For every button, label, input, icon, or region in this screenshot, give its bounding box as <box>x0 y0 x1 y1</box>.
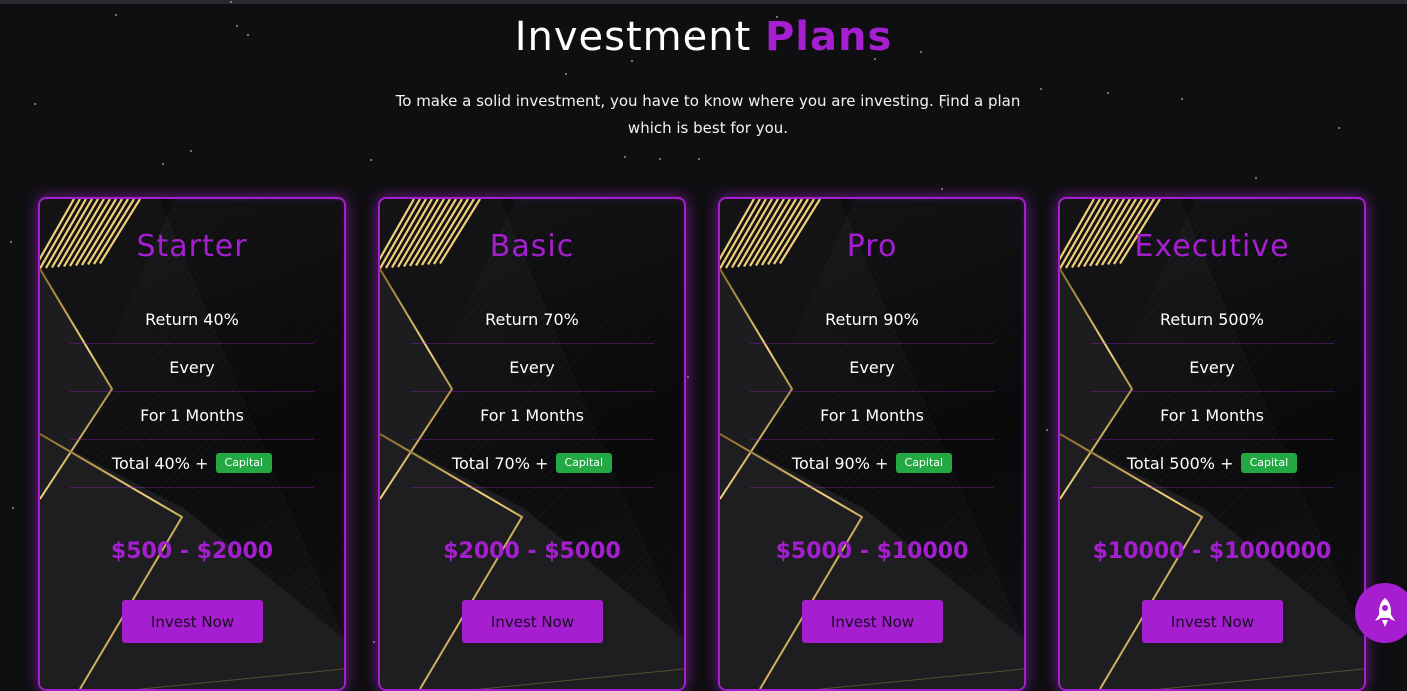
plan-duration: For 1 Months <box>410 392 654 440</box>
star-dot <box>565 73 567 75</box>
plan-name: Basic <box>489 229 575 264</box>
plan-card-pro: Pro Return 90% Every For 1 Months Total … <box>718 197 1026 691</box>
plan-range: $2000 - $5000 <box>443 539 621 564</box>
plan-features: Return 90% Every For 1 Months Total 90% … <box>750 296 994 488</box>
plan-frequency: Every <box>410 344 654 392</box>
plan-range: $500 - $2000 <box>110 539 274 564</box>
plan-return: Return 70% <box>410 296 654 344</box>
invest-now-button[interactable]: Invest Now <box>802 600 943 643</box>
plan-card-basic: Basic Return 70% Every For 1 Months Tota… <box>378 197 686 691</box>
invest-now-button[interactable]: Invest Now <box>122 600 263 643</box>
star-dot <box>370 159 372 161</box>
star-dot <box>1338 127 1340 129</box>
plan-features: Return 70% Every For 1 Months Total 70% … <box>410 296 654 488</box>
capital-badge: Capital <box>555 452 613 473</box>
plan-range: $5000 - $10000 <box>775 539 969 564</box>
title-accent: Plans <box>764 14 893 60</box>
plan-card-starter: Starter Return 40% Every For 1 Months To… <box>38 197 346 691</box>
plan-name: Starter <box>136 229 248 264</box>
plan-return: Return 500% <box>1090 296 1334 344</box>
invest-now-button[interactable]: Invest Now <box>1142 600 1283 643</box>
plan-frequency: Every <box>750 344 994 392</box>
plan-total-text: Total 500% + <box>1126 454 1234 473</box>
star-dot <box>1040 88 1042 90</box>
page-title: Investment Plans <box>0 14 1407 60</box>
star-dot <box>698 158 700 160</box>
scroll-top-button[interactable] <box>1355 583 1407 643</box>
plan-range: $10000 - $1000000 <box>1092 539 1332 564</box>
star-dot <box>1107 92 1109 94</box>
capital-badge: Capital <box>215 452 273 473</box>
star-dot <box>941 188 943 190</box>
plan-total: Total 40% + Capital <box>70 440 314 488</box>
star-dot <box>12 507 14 509</box>
star-dot <box>1046 429 1048 431</box>
plan-total: Total 500% + Capital <box>1090 440 1334 488</box>
plan-total-text: Total 70% + <box>451 454 549 473</box>
plan-duration: For 1 Months <box>1090 392 1334 440</box>
plan-frequency: Every <box>70 344 314 392</box>
section-subtitle: To make a solid investment, you have to … <box>395 92 1021 137</box>
plan-return: Return 40% <box>70 296 314 344</box>
plan-duration: For 1 Months <box>70 392 314 440</box>
star-dot <box>659 158 661 160</box>
plan-features: Return 40% Every For 1 Months Total 40% … <box>70 296 314 488</box>
top-border <box>0 0 1407 4</box>
star-dot <box>190 150 192 152</box>
rocket-icon <box>1375 598 1395 627</box>
plan-frequency: Every <box>1090 344 1334 392</box>
plan-return: Return 90% <box>750 296 994 344</box>
plan-total: Total 90% + Capital <box>750 440 994 488</box>
title-main: Investment <box>514 14 752 60</box>
star-dot <box>162 163 164 165</box>
plan-total-text: Total 40% + <box>111 454 209 473</box>
capital-badge: Capital <box>1240 452 1298 473</box>
star-dot <box>1255 177 1257 179</box>
star-dot <box>624 156 626 158</box>
plan-name: Pro <box>846 229 898 264</box>
plan-total-text: Total 90% + <box>791 454 889 473</box>
star-dot <box>373 641 375 643</box>
plan-features: Return 500% Every For 1 Months Total 500… <box>1090 296 1334 488</box>
invest-now-button[interactable]: Invest Now <box>462 600 603 643</box>
star-dot <box>34 103 36 105</box>
star-dot <box>10 241 12 243</box>
star-dot <box>687 376 689 378</box>
plan-total: Total 70% + Capital <box>410 440 654 488</box>
star-dot <box>631 60 633 62</box>
star-dot <box>1181 98 1183 100</box>
plan-name: Executive <box>1134 229 1290 264</box>
plan-duration: For 1 Months <box>750 392 994 440</box>
capital-badge: Capital <box>895 452 953 473</box>
plan-card-executive: Executive Return 500% Every For 1 Months… <box>1058 197 1366 691</box>
